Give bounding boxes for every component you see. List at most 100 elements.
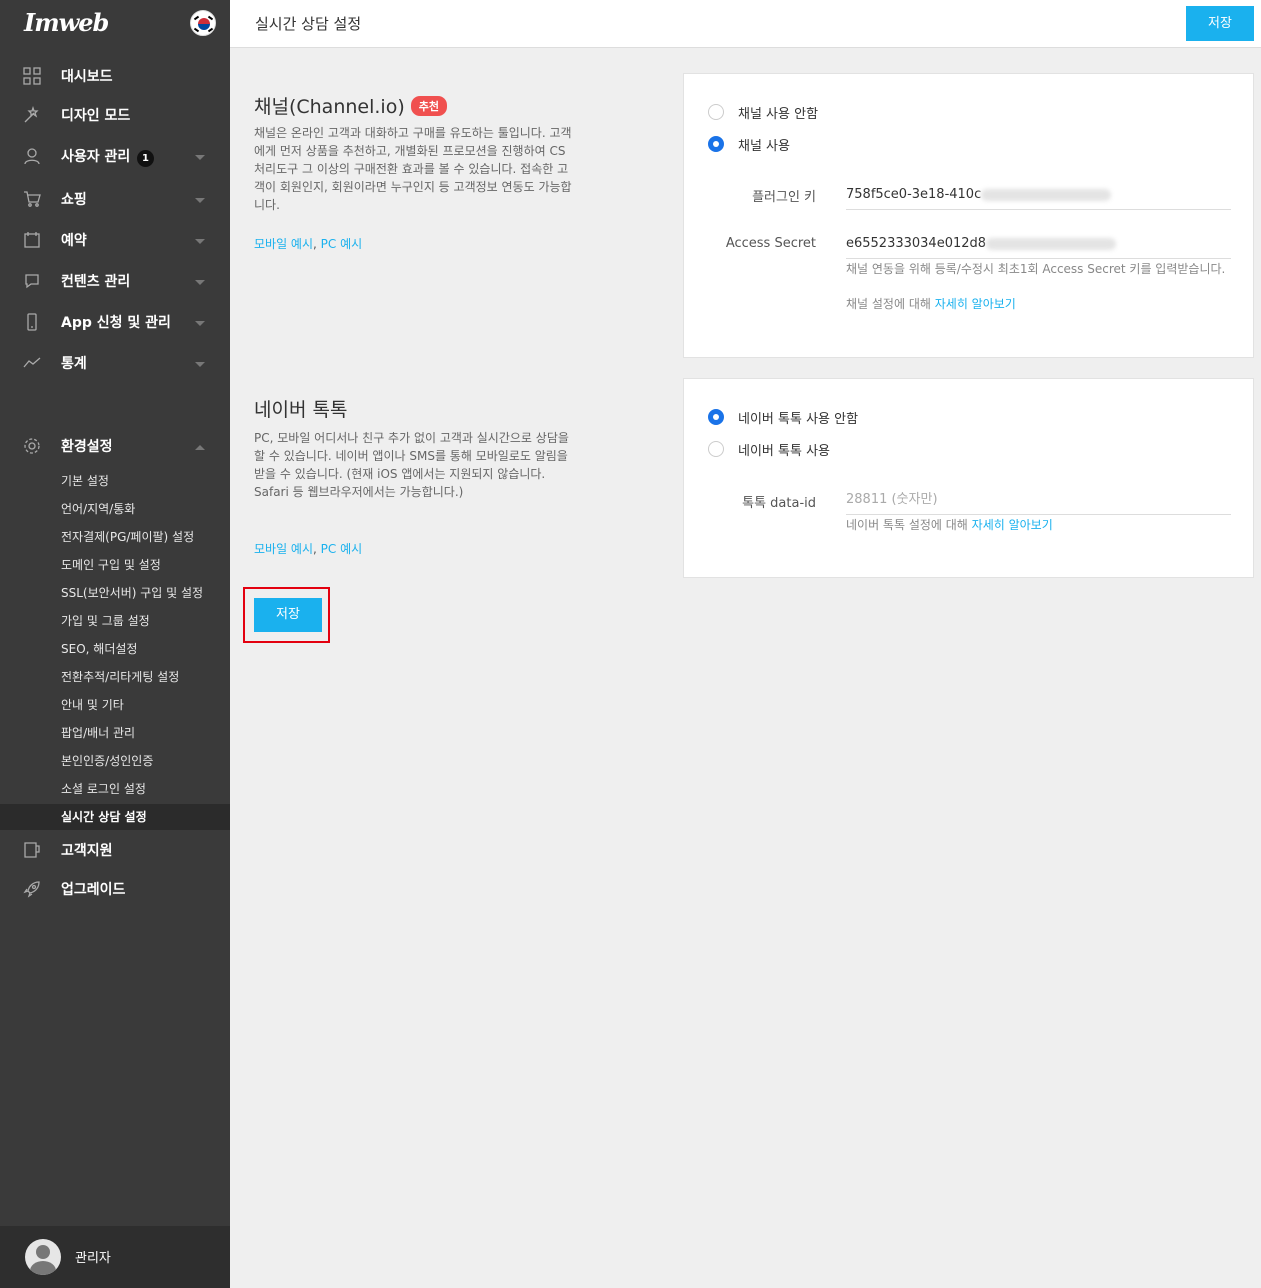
design-icon xyxy=(22,105,42,126)
plugin-key-value: 758f5ce0-3e18-410c xyxy=(846,187,982,202)
sidebar-item-support[interactable]: 고객지원 xyxy=(0,831,230,871)
sidebar-item-users[interactable]: 사용자 관리 1 xyxy=(0,137,230,177)
link-separator: , xyxy=(313,542,321,556)
channel-learn-more-link[interactable]: 자세히 알아보기 xyxy=(935,297,1016,311)
radio-label: 네이버 톡톡 사용 안함 xyxy=(738,412,859,427)
talktalk-id-label: 톡톡 data-id xyxy=(742,496,816,511)
sidebar-item-reservation[interactable]: 예약 xyxy=(0,221,230,261)
profile-name: 관리자 xyxy=(75,1251,111,1266)
channel-settings-card: 채널 사용 안함 채널 사용 플러그인 키 758f5ce0-3e18-410c… xyxy=(683,73,1254,358)
gear-icon xyxy=(22,437,42,457)
cart-icon xyxy=(22,190,42,210)
sidebar-subitem-signup[interactable]: 가입 및 그룹 설정 xyxy=(0,608,230,634)
sidebar-subitem-label: 소셜 로그인 설정 xyxy=(61,782,146,796)
radio-label: 채널 사용 안함 xyxy=(738,107,819,122)
radio-label: 네이버 톡톡 사용 xyxy=(738,444,830,459)
sidebar-subitem-payment[interactable]: 전자결제(PG/페이팔) 설정 xyxy=(0,524,230,550)
sidebar-item-label: 디자인 모드 xyxy=(61,108,131,124)
masked-text xyxy=(986,237,1117,250)
sidebar-item-contents[interactable]: 컨텐츠 관리 xyxy=(0,262,230,302)
channel-example-links: 모바일 예시, PC 예시 xyxy=(254,235,362,252)
sidebar-subitem-popup[interactable]: 팝업/배너 관리 xyxy=(0,720,230,746)
sidebar-subitem-seo[interactable]: SEO, 해더설정 xyxy=(0,636,230,662)
sidebar-item-label: 고객지원 xyxy=(61,843,113,859)
sidebar-item-settings[interactable]: 환경설정 xyxy=(0,427,230,467)
sidebar-subitem-label: 언어/지역/통화 xyxy=(61,502,136,516)
recommend-badge: 추천 xyxy=(410,95,447,116)
talktalk-id-input[interactable]: 28811 (숫자만) xyxy=(846,485,1231,515)
sidebar-subitem-label: 본인인증/성인인증 xyxy=(61,754,154,768)
avatar[interactable] xyxy=(25,1239,61,1275)
sidebar-item-upgrade[interactable]: 업그레이드 xyxy=(0,870,230,910)
radio-button[interactable] xyxy=(708,441,724,457)
naver-example-links: 모바일 예시, PC 예시 xyxy=(254,540,362,557)
profile-bar[interactable]: 관리자 xyxy=(0,1226,230,1288)
sidebar-subitem-basic[interactable]: 기본 설정 xyxy=(0,468,230,494)
channel-pc-example-link[interactable]: PC 예시 xyxy=(321,237,363,251)
chevron-down-icon xyxy=(195,239,205,244)
radio-button-checked[interactable] xyxy=(708,136,724,152)
access-secret-label: Access Secret xyxy=(725,236,816,251)
sidebar-subitem-label: 도메인 구입 및 설정 xyxy=(61,558,161,572)
link-separator: , xyxy=(313,237,321,251)
logo[interactable]: Imweb xyxy=(24,8,109,37)
channel-help-text: 채널 설정에 대해 자세히 알아보기 xyxy=(846,296,1236,313)
sidebar-item-label: 쇼핑 xyxy=(61,192,87,208)
sidebar-item-app[interactable]: App 신청 및 관리 xyxy=(0,303,230,343)
plugin-key-label: 플러그인 키 xyxy=(752,190,816,205)
chart-icon xyxy=(22,354,42,374)
sidebar-item-label: 대시보드 xyxy=(61,69,113,85)
sidebar-item-label: 예약 xyxy=(61,233,87,249)
sidebar-subitem-label: 전자결제(PG/페이팔) 설정 xyxy=(61,530,195,544)
sidebar-subitem-live-chat[interactable]: 실시간 상담 설정 xyxy=(0,804,230,830)
sidebar-subitem-verification[interactable]: 본인인증/성인인증 xyxy=(0,748,230,774)
save-button[interactable]: 저장 xyxy=(254,598,322,632)
sidebar-subitem-label: 안내 및 기타 xyxy=(61,698,124,712)
sidebar-subitem-label: 전환추적/리타게팅 설정 xyxy=(61,670,180,684)
korea-flag-icon[interactable] xyxy=(190,10,216,36)
sidebar-subitem-label: 기본 설정 xyxy=(61,474,109,488)
sidebar-subitem-label: 팝업/배너 관리 xyxy=(61,726,136,740)
chevron-down-icon xyxy=(195,155,205,160)
sidebar-item-design[interactable]: 디자인 모드 xyxy=(0,96,230,136)
channel-mobile-example-link[interactable]: 모바일 예시 xyxy=(254,237,313,251)
sidebar-subitem-label: 가입 및 그룹 설정 xyxy=(61,614,150,628)
radio-label: 채널 사용 xyxy=(738,139,790,154)
sidebar-subitem-notice[interactable]: 안내 및 기타 xyxy=(0,692,230,718)
channel-section-title: 채널(Channel.io) 추천 xyxy=(254,92,447,119)
sidebar-item-label: 통계 xyxy=(61,356,87,372)
chevron-down-icon xyxy=(195,280,205,285)
sidebar-item-stats[interactable]: 통계 xyxy=(0,344,230,384)
help-prefix: 채널 설정에 대해 xyxy=(846,297,935,311)
naver-pc-example-link[interactable]: PC 예시 xyxy=(321,542,363,556)
top-bar: 실시간 상담 설정 저장 xyxy=(230,0,1261,48)
naver-settings-card: 네이버 톡톡 사용 안함 네이버 톡톡 사용 톡톡 data-id 28811 … xyxy=(683,378,1254,578)
sidebar-subitem-social-login[interactable]: 소셜 로그인 설정 xyxy=(0,776,230,802)
save-button-top[interactable]: 저장 xyxy=(1186,6,1254,41)
naver-learn-more-link[interactable]: 자세히 알아보기 xyxy=(972,518,1053,532)
sidebar-item-dashboard[interactable]: 대시보드 xyxy=(0,57,230,97)
naver-mobile-example-link[interactable]: 모바일 예시 xyxy=(254,542,313,556)
sidebar-subitem-domain[interactable]: 도메인 구입 및 설정 xyxy=(0,552,230,578)
radio-button-checked[interactable] xyxy=(708,409,724,425)
naver-help-text: 네이버 톡톡 설정에 대해 자세히 알아보기 xyxy=(846,517,1236,534)
channel-title-text: 채널(Channel.io) xyxy=(254,96,405,118)
sidebar-item-shopping[interactable]: 쇼핑 xyxy=(0,180,230,220)
chevron-down-icon xyxy=(195,198,205,203)
sidebar-subitem-label: SEO, 해더설정 xyxy=(61,642,138,656)
plugin-key-input[interactable]: 758f5ce0-3e18-410c xyxy=(846,180,1231,210)
sidebar-subitem-tracking[interactable]: 전환추적/리타게팅 설정 xyxy=(0,664,230,690)
user-icon xyxy=(22,147,42,167)
sidebar-item-label: App 신청 및 관리 xyxy=(61,315,171,331)
chevron-down-icon xyxy=(195,362,205,367)
sidebar-subitem-ssl[interactable]: SSL(보안서버) 구입 및 설정 xyxy=(0,580,230,606)
sidebar-subitem-label: 실시간 상담 설정 xyxy=(61,810,147,824)
sidebar-subitem-language[interactable]: 언어/지역/통화 xyxy=(0,496,230,522)
sidebar-item-label: 환경설정 xyxy=(61,439,113,455)
access-secret-input[interactable]: e6552333034e012d8 xyxy=(846,229,1231,259)
chevron-down-icon xyxy=(195,321,205,326)
mobile-icon xyxy=(22,313,42,333)
sidebar-subitem-label: SSL(보안서버) 구입 및 설정 xyxy=(61,586,204,600)
radio-button[interactable] xyxy=(708,104,724,120)
logo-bar: Imweb xyxy=(0,0,230,48)
